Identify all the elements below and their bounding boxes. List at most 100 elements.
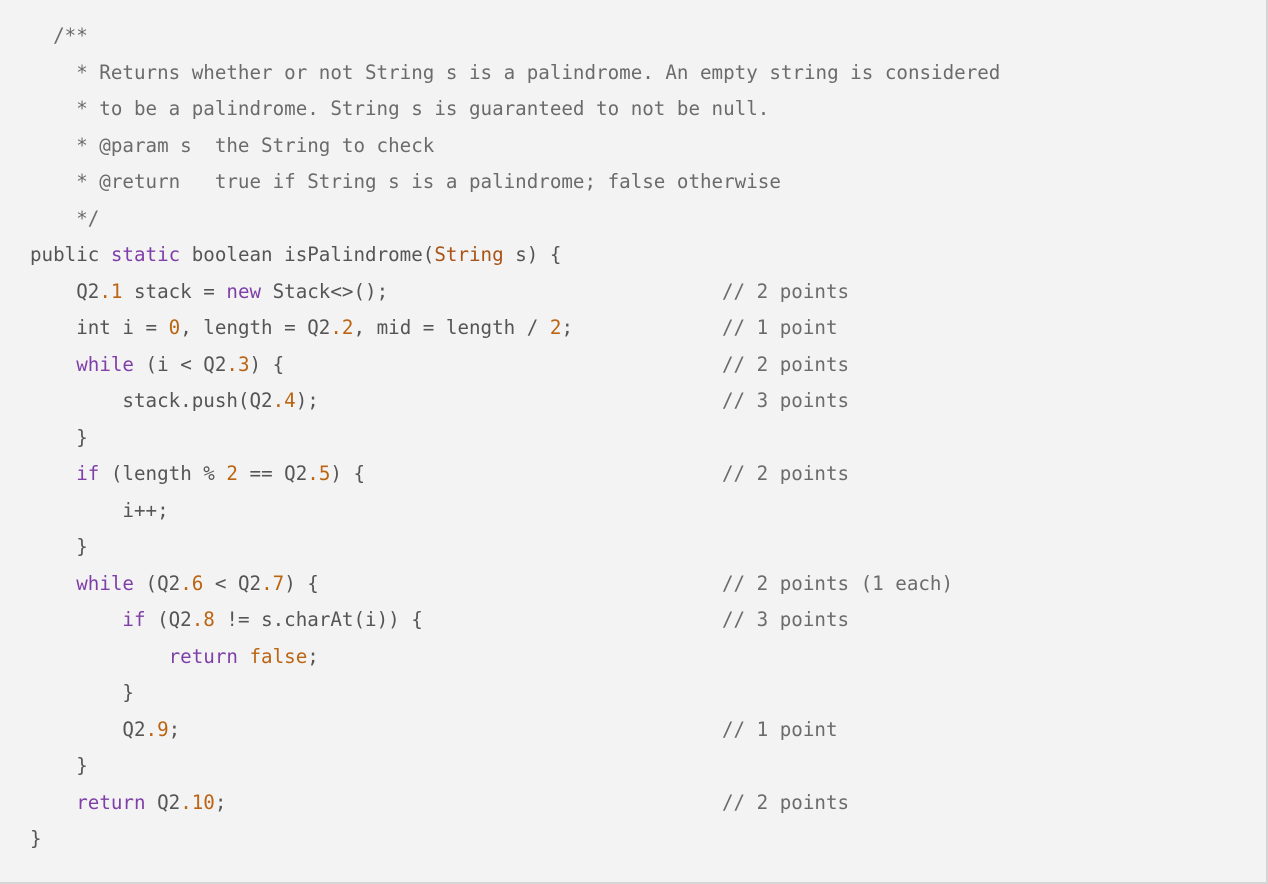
code-line-10: while (i < Q2.3) { // 2 points [0, 347, 1266, 384]
code-token: (Q2 [133, 571, 181, 595]
code-line-14: i++; [0, 493, 1266, 530]
points-comment: // 2 points [722, 790, 850, 814]
code-token: (Q2 [145, 608, 192, 631]
code-token: ; [214, 790, 227, 814]
code-line-7: public static boolean isPalindrome(Strin… [0, 237, 1266, 274]
code-line-17: if (Q2.8 != s.charAt(i)) { // 3 points [0, 602, 1266, 639]
code-token: == Q2 [237, 462, 308, 485]
code-token: */ [30, 206, 100, 230]
number-literal: 2 [226, 462, 238, 485]
keyword-return: return [76, 790, 146, 814]
code-line-15: } [0, 529, 1266, 566]
literal-false: false [249, 644, 308, 668]
code-line-18: return false; [0, 639, 1266, 676]
java-source-listing: /** * Returns whether or not String s is… [0, 18, 1266, 858]
code-token: * Returns whether or not String s is a p… [30, 60, 1001, 84]
code-line-13: if (length % 2 == Q2.5) { // 2 points [0, 456, 1266, 493]
code-token: Q2 [30, 279, 100, 303]
code-line-6: */ [0, 201, 1266, 238]
number-literal: 2 [549, 316, 562, 339]
code-line-4: * @param s the String to check [0, 128, 1266, 165]
keyword-while: while [76, 352, 134, 376]
number-literal: 0 [168, 316, 181, 339]
code-token: * to be a palindrome. String s is guaran… [30, 97, 770, 120]
points-comment: // 2 points [722, 352, 850, 376]
code-line-19: } [0, 675, 1266, 712]
blank-q2-3: .3 [226, 352, 250, 376]
keyword-if: if [122, 608, 146, 631]
keyword-return: return [168, 644, 238, 668]
code-token: Q2 [30, 717, 146, 741]
code-token: stack = [122, 279, 227, 303]
code-token: , mid = length / [353, 316, 550, 339]
keyword-new: new [226, 279, 262, 303]
code-token: ) { [284, 571, 319, 595]
points-comment: // 1 point [722, 316, 838, 339]
code-line-23: } [0, 821, 1266, 858]
points-comment: // 1 point [722, 717, 838, 741]
code-token: * @return true if String s is a palindro… [30, 170, 781, 193]
code-token: i++; [30, 498, 169, 522]
code-line-20: Q2.9; // 1 point [0, 712, 1266, 749]
code-token: ; [307, 644, 319, 668]
code-token: Q2 [145, 790, 181, 814]
code-token: ) { [330, 462, 366, 485]
code-line-8: Q2.1 stack = new Stack<>(); // 2 points [0, 274, 1266, 311]
blank-q2-7: .7 [261, 571, 285, 595]
code-token: /** [30, 24, 88, 47]
blank-q2-10: .10 [180, 790, 215, 814]
code-token: } [30, 827, 42, 850]
keyword-static: static [110, 243, 181, 266]
code-token: ) { [249, 352, 285, 376]
blank-q2-9: .9 [145, 717, 169, 741]
code-token: ); [295, 389, 319, 412]
code-token: int i = [30, 316, 169, 339]
code-line-16: while (Q2.6 < Q2.7) { // 2 points (1 each… [0, 566, 1266, 603]
code-token: (length % [99, 462, 227, 485]
points-comment: // 2 points [722, 462, 850, 485]
code-token: public [30, 243, 111, 266]
blank-q2-8: .8 [191, 608, 215, 631]
code-token: , length = Q2 [180, 316, 331, 339]
blank-q2-2: .2 [330, 316, 354, 339]
code-token: stack.push(Q2 [30, 389, 273, 412]
code-token: * @param s the String to check [30, 133, 435, 157]
code-line-1: /** [0, 18, 1266, 55]
code-line-11: stack.push(Q2.4); // 3 points [0, 383, 1266, 420]
code-token: < Q2 [203, 571, 262, 595]
code-token: } [30, 425, 88, 449]
code-line-9: int i = 0, length = Q2.2, mid = length /… [0, 310, 1266, 347]
code-token: s) { [503, 243, 562, 266]
blank-q2-1: .1 [99, 279, 123, 303]
keyword-if: if [76, 462, 100, 485]
code-token: Stack<>(); [261, 279, 389, 303]
code-token: ; [561, 316, 573, 339]
code-token: != s.charAt(i)) { [214, 608, 423, 631]
code-line-22: return Q2.10; // 2 points [0, 785, 1266, 822]
points-comment: // 3 points [722, 608, 850, 631]
code-line-21: } [0, 748, 1266, 785]
code-line-2: * Returns whether or not String s is a p… [0, 55, 1266, 92]
points-comment: // 3 points [722, 389, 850, 412]
type-string: String [434, 243, 504, 266]
code-token: } [30, 681, 134, 704]
code-block: /** * Returns whether or not String s is… [0, 0, 1268, 884]
code-line-12: } [0, 420, 1266, 457]
blank-q2-4: .4 [272, 389, 296, 412]
points-comment: // 2 points [722, 279, 850, 303]
code-token: (i < Q2 [133, 352, 227, 376]
code-token: } [30, 754, 88, 777]
keyword-while: while [76, 571, 134, 595]
blank-q2-6: .6 [180, 571, 204, 595]
code-token: } [30, 535, 88, 558]
points-comment: // 2 points (1 each) [722, 571, 954, 595]
code-line-3: * to be a palindrome. String s is guaran… [0, 91, 1266, 128]
code-token: ; [168, 717, 181, 741]
blank-q2-5: .5 [307, 462, 331, 485]
